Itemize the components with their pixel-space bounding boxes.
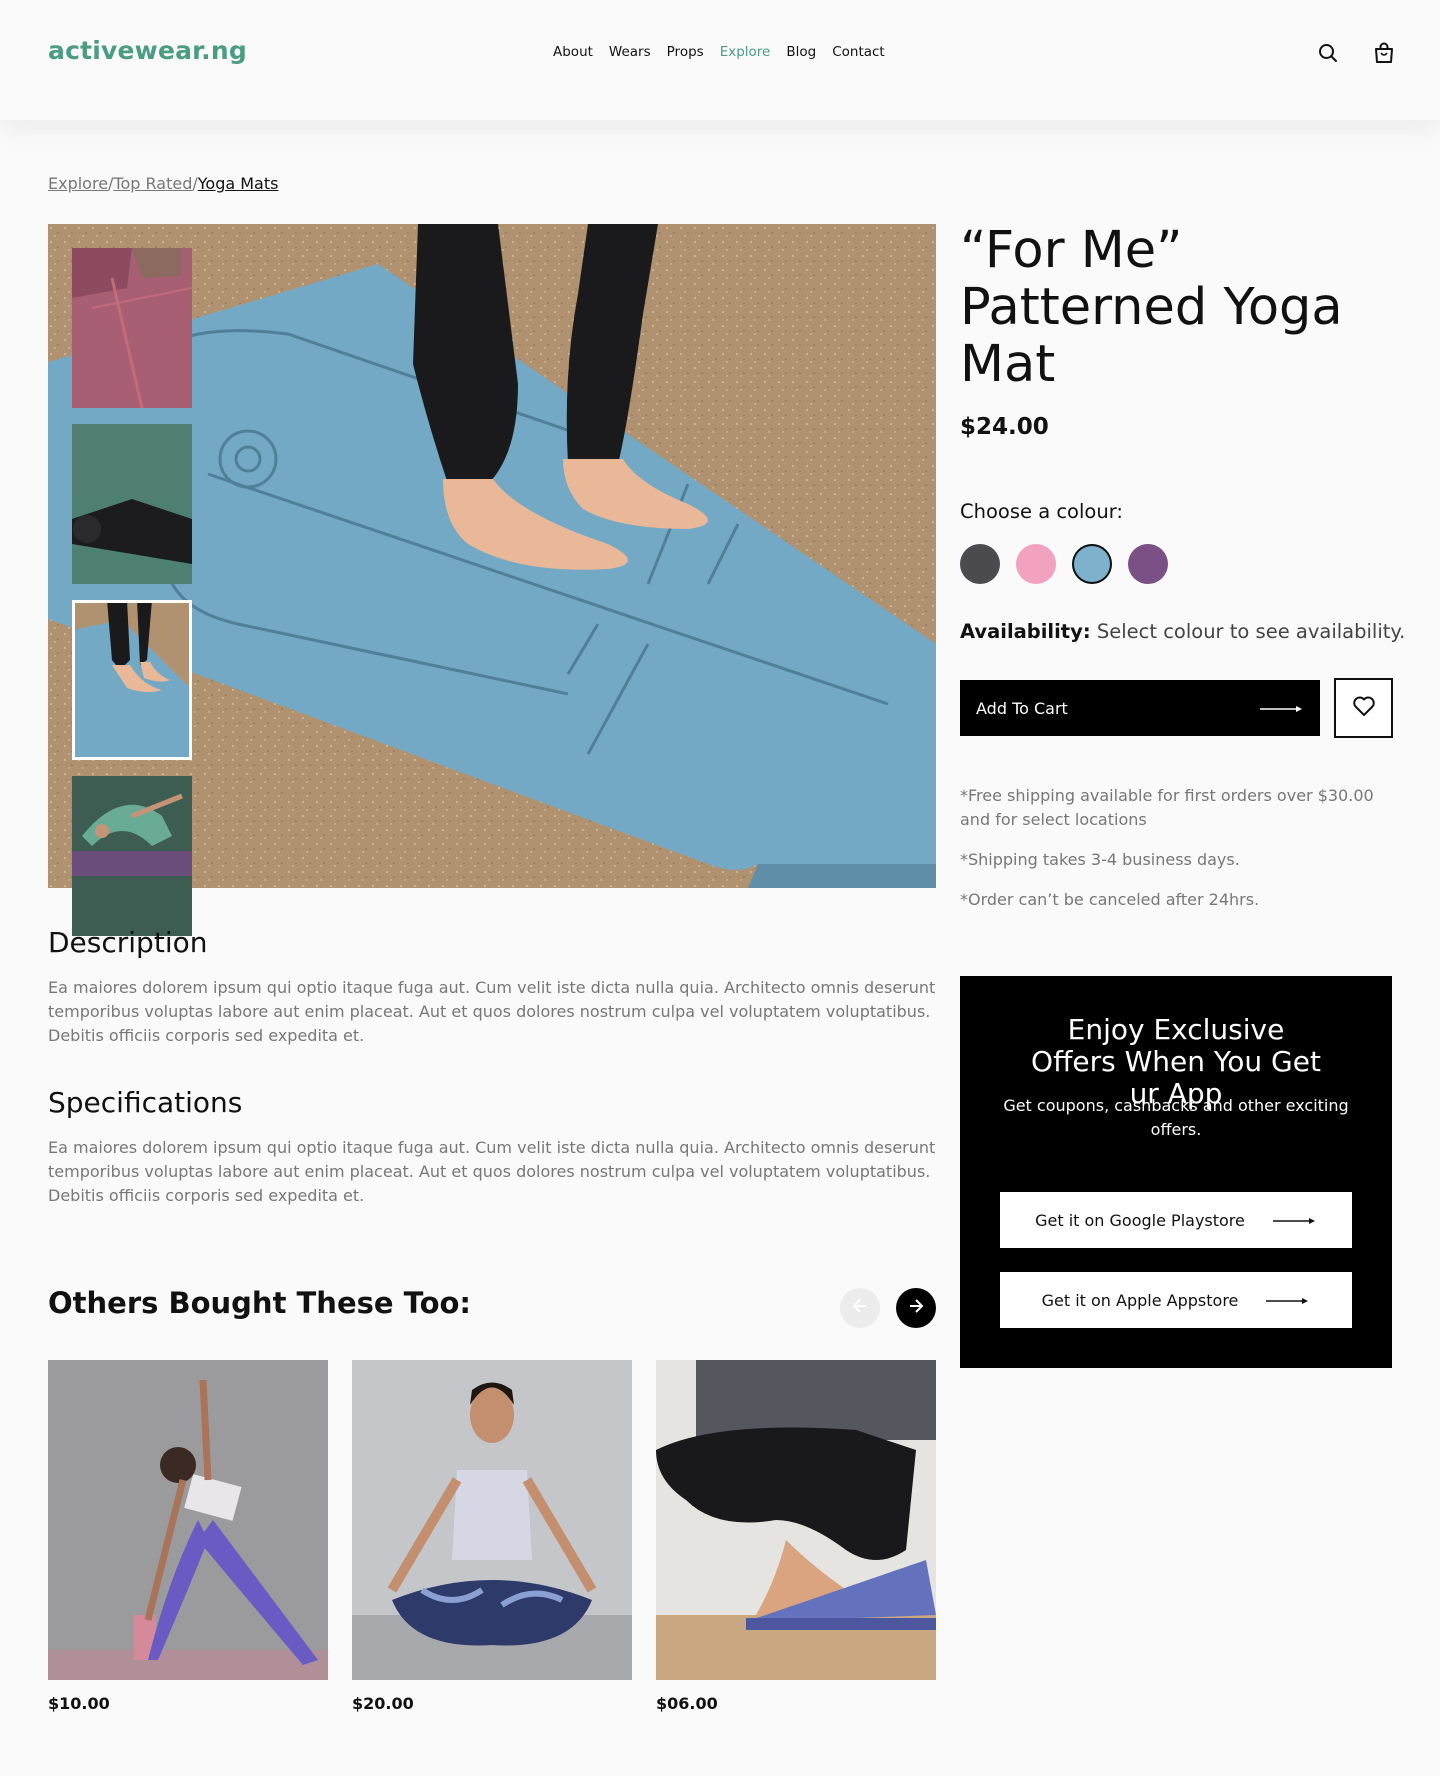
breadcrumb: Explore/Top Rated/Yoga Mats (48, 174, 278, 193)
product-card-image[interactable] (48, 1360, 328, 1680)
arrow-right-icon (906, 1296, 926, 1320)
product-thumbnail-pink-mat[interactable] (72, 248, 192, 408)
product-thumbnail-black-mat[interactable] (72, 424, 192, 584)
shipping-note-duration: *Shipping takes 3-4 business days. (960, 850, 1240, 869)
shipping-note-cancel: *Order can’t be canceled after 24hrs. (960, 890, 1260, 909)
app-promo-box: Enjoy Exclusive Offers When You Get ur A… (960, 976, 1392, 1368)
breadcrumb-yoga-mats[interactable]: Yoga Mats (198, 174, 279, 193)
wishlist-button[interactable] (1334, 678, 1393, 738)
specifications-text: Ea maiores dolorem ipsum qui optio itaqu… (48, 1138, 936, 1205)
breadcrumb-explore[interactable]: Explore (48, 174, 108, 193)
colour-swatches (960, 544, 1168, 584)
product-card-price: $10.00 (48, 1694, 110, 1713)
product-card-image[interactable] (656, 1360, 936, 1680)
product-title: “For Me” Patterned Yoga Mat (960, 221, 1343, 394)
availability-label: Availability: (960, 620, 1091, 643)
shopping-bag-icon[interactable] (1371, 40, 1397, 66)
arrow-right-icon (1260, 699, 1304, 718)
nav-item-blog[interactable]: Blog (786, 44, 816, 60)
product-card-price: $06.00 (656, 1694, 718, 1713)
availability: Availability: Select colour to see avail… (960, 620, 1405, 643)
nav-item-about[interactable]: About (553, 44, 593, 60)
product-card-image[interactable] (352, 1360, 632, 1680)
breadcrumb-top-rated[interactable]: Top Rated (113, 174, 192, 193)
heart-icon (1352, 695, 1376, 721)
google-playstore-label: Get it on Google Playstore (1035, 1210, 1245, 1230)
arrow-right-icon (1272, 1211, 1317, 1230)
product-price: $24.00 (960, 414, 1049, 440)
colour-swatch-pink[interactable] (1016, 544, 1056, 584)
product-thumbnail-blue-mat[interactable] (72, 600, 192, 760)
product-card-price: $20.00 (352, 1694, 414, 1713)
apple-appstore-button[interactable]: Get it on Apple Appstore (1000, 1272, 1352, 1328)
google-playstore-button[interactable]: Get it on Google Playstore (1000, 1192, 1352, 1248)
add-to-cart-button[interactable]: Add To Cart (960, 680, 1320, 736)
specifications-title: Specifications (48, 1086, 243, 1119)
carousel-next-button[interactable] (896, 1288, 936, 1328)
nav-item-contact[interactable]: Contact (832, 44, 885, 60)
site-header: activewear.ng About Wears Props Explore … (0, 0, 1440, 120)
arrow-left-icon (850, 1296, 870, 1320)
arrow-right-icon (1266, 1291, 1310, 1310)
shipping-note-free: *Free shipping available for first order… (960, 786, 1374, 829)
colour-swatch-dark-grey[interactable] (960, 544, 1000, 584)
product-card[interactable]: $06.00 (656, 1360, 936, 1713)
colour-swatch-purple[interactable] (1128, 544, 1168, 584)
brand-logo[interactable]: activewear.ng (48, 36, 247, 65)
product-card[interactable]: $20.00 (352, 1360, 632, 1713)
main-nav: About Wears Props Explore Blog Contact (553, 44, 885, 60)
nav-item-props[interactable]: Props (667, 44, 704, 60)
colour-label: Choose a colour: (960, 500, 1123, 523)
product-thumbnail-purple-mat[interactable] (72, 776, 192, 936)
nav-item-explore[interactable]: Explore (720, 44, 771, 60)
description-text: Ea maiores dolorem ipsum qui optio itaqu… (48, 978, 936, 1045)
carousel-prev-button[interactable] (840, 1288, 880, 1328)
colour-swatch-blue[interactable] (1072, 544, 1112, 584)
nav-item-wears[interactable]: Wears (609, 44, 651, 60)
description-title: Description (48, 926, 208, 959)
availability-text: Select colour to see availability. (1096, 620, 1406, 643)
others-bought-title: Others Bought These Too: (48, 1286, 472, 1320)
add-to-cart-label: Add To Cart (976, 698, 1068, 718)
apple-appstore-label: Get it on Apple Appstore (1041, 1290, 1239, 1310)
product-card[interactable]: $10.00 (48, 1360, 328, 1713)
search-icon[interactable] (1315, 40, 1341, 66)
promo-subtitle: Get coupons, cashbacks and other excitin… (1003, 1096, 1349, 1139)
